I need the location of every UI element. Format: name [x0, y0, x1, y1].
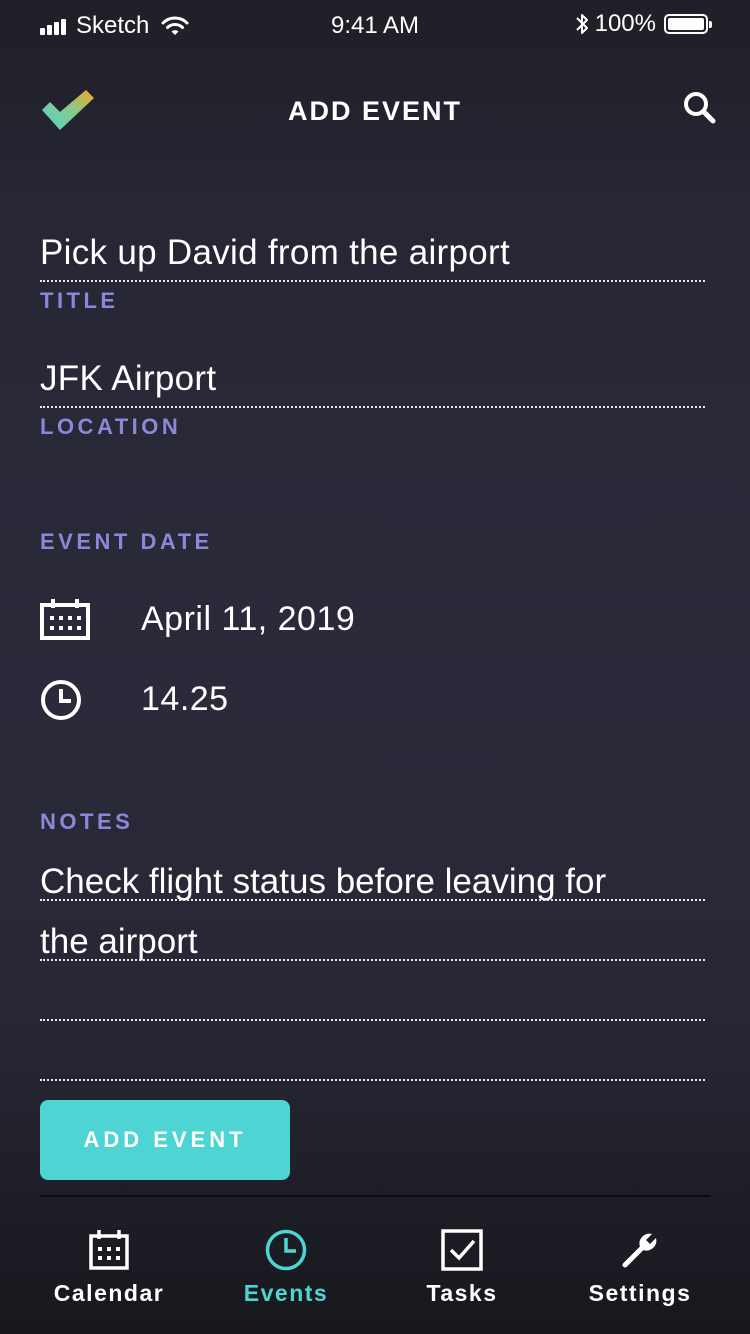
clock-icon — [41, 680, 81, 720]
add-event-button[interactable]: ADD EVENT — [40, 1100, 290, 1180]
location-input[interactable]: JFK Airport — [40, 359, 216, 399]
tab-settings[interactable]: Settings — [555, 1226, 725, 1307]
title-input[interactable]: Pick up David from the airport — [40, 233, 510, 273]
notes-underline-4 — [40, 1079, 705, 1081]
tab-calendar[interactable]: Calendar — [24, 1226, 194, 1307]
tab-events-label: Events — [243, 1280, 329, 1306]
event-time-value[interactable]: 14.25 — [141, 680, 229, 719]
calendar-icon — [40, 599, 90, 640]
wrench-icon — [622, 1233, 657, 1268]
location-underline — [40, 406, 705, 408]
status-right: 100% — [575, 10, 712, 38]
bluetooth-icon — [575, 14, 588, 34]
tab-calendar-label: Calendar — [53, 1280, 165, 1306]
battery-percent: 100% — [594, 10, 656, 37]
status-bar: Sketch 9:41 AM 100% — [0, 0, 750, 50]
add-event-screen: Sketch 9:41 AM 100% ADD EVENT Pick up Da… — [0, 0, 750, 1334]
add-event-button-label: ADD EVENT — [83, 1127, 247, 1152]
tab-bar-divider — [40, 1195, 711, 1197]
tab-events[interactable]: Events — [201, 1226, 371, 1307]
notes-underline-2 — [40, 959, 705, 961]
battery-icon — [664, 14, 712, 34]
app-header: ADD EVENT — [0, 70, 750, 150]
notes-underline-3 — [40, 1019, 705, 1021]
notes-line-1[interactable]: Check flight status before leaving for — [40, 862, 606, 902]
search-icon[interactable] — [680, 88, 720, 128]
title-underline — [40, 280, 705, 282]
calendar-icon — [89, 1230, 129, 1270]
event-date-label: EVENT DATE — [40, 529, 213, 554]
title-label: TITLE — [40, 288, 119, 313]
notes-label: NOTES — [40, 809, 134, 834]
notes-underline-1 — [40, 899, 705, 901]
location-label: LOCATION — [40, 414, 182, 439]
tab-bar: Calendar Events Tasks Settings — [0, 1198, 750, 1334]
notes-line-2[interactable]: the airport — [40, 922, 198, 962]
checkbox-icon — [441, 1229, 483, 1271]
event-date-value[interactable]: April 11, 2019 — [141, 600, 355, 639]
page-title: ADD EVENT — [287, 96, 462, 126]
tab-tasks-label: Tasks — [426, 1280, 498, 1306]
tab-settings-label: Settings — [588, 1280, 692, 1306]
tab-tasks[interactable]: Tasks — [377, 1226, 547, 1307]
clock-icon — [265, 1229, 307, 1271]
